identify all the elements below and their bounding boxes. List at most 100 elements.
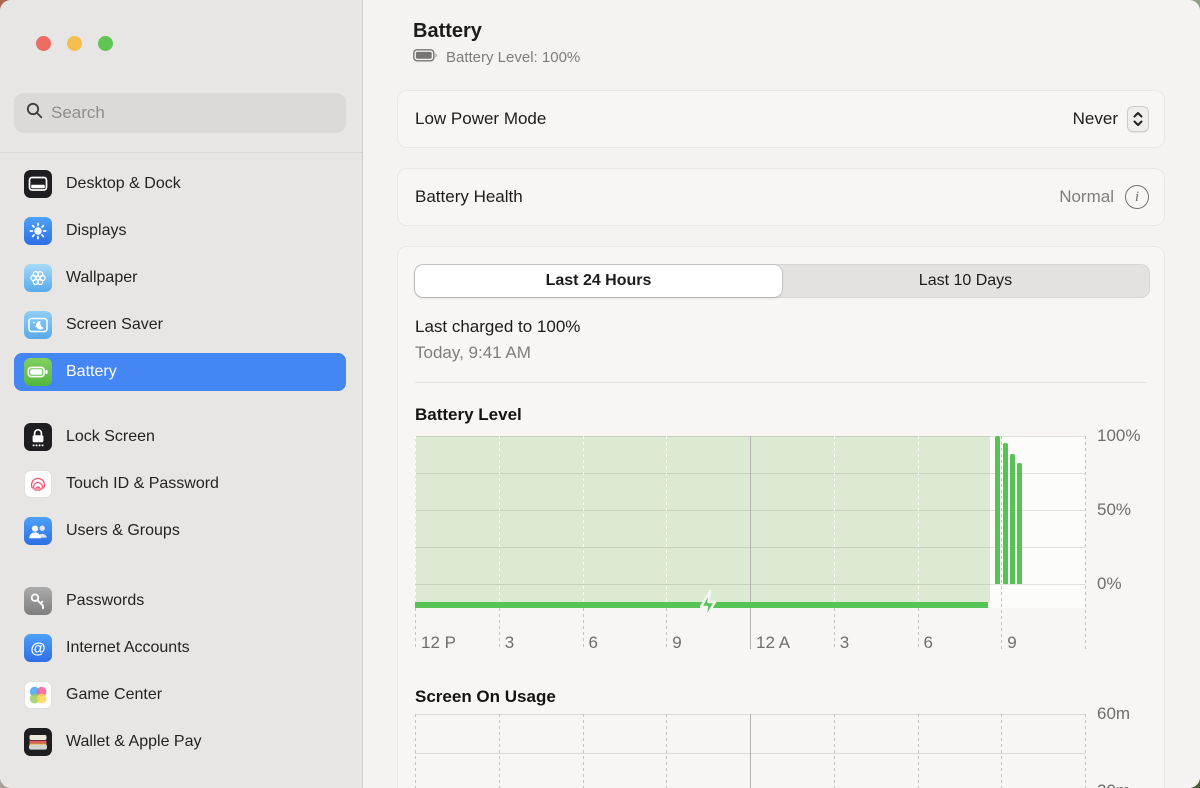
gridline-vertical: [918, 436, 919, 602]
gridline-vertical: [1085, 436, 1086, 649]
x-axis-label: 6: [589, 633, 598, 653]
x-axis-label: 6: [924, 633, 933, 653]
gridline-vertical: [834, 714, 835, 788]
page-title: Battery: [413, 20, 482, 43]
svg-text:@: @: [30, 640, 45, 657]
window-controls: [36, 36, 113, 51]
battery-area-fill: [415, 436, 990, 602]
y-axis-label: 0%: [1097, 574, 1122, 594]
sidebar-item-displays[interactable]: Displays: [14, 207, 346, 254]
battery-health-value: Normal: [1059, 187, 1114, 207]
gridline-vertical: [834, 602, 835, 649]
sidebar-item-screen-saver[interactable]: Screen Saver: [14, 301, 346, 348]
search-icon: [26, 102, 43, 124]
search-placeholder: Search: [51, 103, 105, 123]
battery-level-bar: [1017, 463, 1022, 584]
charging-bolt-icon: [697, 589, 719, 626]
sidebar-item-touch-id-password[interactable]: Touch ID & Password: [14, 461, 346, 508]
wallpaper-icon: [24, 264, 52, 292]
x-axis-label: 3: [505, 633, 514, 653]
sidebar-item-game-center[interactable]: Game Center: [14, 672, 346, 719]
gridline-vertical: [918, 602, 919, 649]
gridline-vertical: [918, 714, 919, 788]
sidebar-item-label: Displays: [66, 222, 126, 240]
sidebar-item-label: Screen Saver: [66, 316, 163, 334]
battery-glyph-icon: [413, 49, 438, 66]
divider: [415, 382, 1147, 383]
gridline-vertical: [583, 602, 584, 649]
y-axis-label: 30m: [1097, 781, 1130, 788]
gridline-vertical: [583, 714, 584, 788]
battery-health-label: Battery Health: [415, 187, 523, 207]
last-charged-subtitle: Today, 9:41 AM: [415, 343, 531, 363]
sidebar-item-desktop-dock[interactable]: Desktop & Dock: [14, 160, 346, 207]
sidebar-item-lock-screen[interactable]: Lock Screen: [14, 414, 346, 461]
gridline-midnight: [750, 436, 751, 649]
sidebar-group: Passwords @ Internet Accounts Game Center Wa…: [14, 578, 346, 766]
system-settings-window: Search Desktop & Dock Displays Wallpaper Sc…: [0, 0, 1200, 788]
sidebar-item-label: Desktop & Dock: [66, 175, 181, 193]
time-range-segmented-control: Last 24 Hours Last 10 Days: [414, 264, 1150, 298]
sidebar-item-battery[interactable]: Battery: [14, 353, 346, 391]
game-center-icon: [24, 681, 52, 709]
sidebar-item-wallet-apple-pay[interactable]: Wallet & Apple Pay: [14, 719, 346, 766]
battery-level-bar: [1010, 454, 1015, 584]
low-power-mode-label: Low Power Mode: [415, 109, 546, 129]
battery-level-chart-title: Battery Level: [415, 405, 522, 425]
x-axis-label: 3: [840, 633, 849, 653]
sidebar-group: Desktop & Dock Displays Wallpaper Screen Sa…: [14, 160, 346, 391]
desktop-dock-icon: [24, 170, 52, 198]
battery-icon: [24, 358, 52, 386]
lock-screen-icon: [24, 423, 52, 451]
y-axis-label: 50%: [1097, 500, 1131, 520]
battery-level-chart: 100%50%0%12 P36912 A369: [415, 436, 1085, 656]
zoom-button[interactable]: [98, 36, 113, 51]
x-axis-label: 12 P: [421, 633, 456, 653]
gridline-vertical: [666, 602, 667, 649]
main-content: Battery Battery Level: 100% Low Power Mo…: [364, 0, 1200, 788]
info-icon[interactable]: i: [1125, 185, 1149, 209]
gridline-vertical: [750, 714, 751, 788]
close-button[interactable]: [36, 36, 51, 51]
tab-last-10-days[interactable]: Last 10 Days: [782, 265, 1149, 297]
usage-card: Last 24 Hours Last 10 Days Last charged …: [397, 246, 1165, 788]
screen-on-usage-chart: 60m30m: [415, 714, 1085, 788]
sidebar-item-internet-accounts[interactable]: @ Internet Accounts: [14, 625, 346, 672]
x-axis-label: 12 A: [756, 633, 790, 653]
gridline-vertical: [499, 602, 500, 649]
low-power-mode-value: Never: [1073, 109, 1118, 129]
minimize-button[interactable]: [67, 36, 82, 51]
gridline-vertical: [415, 602, 416, 649]
sidebar-item-label: Internet Accounts: [66, 639, 190, 657]
sidebar-nav: Desktop & Dock Displays Wallpaper Screen Sa…: [14, 160, 346, 788]
gridline-vertical: [499, 714, 500, 788]
y-axis-label: 100%: [1097, 426, 1140, 446]
battery-level-bar: [995, 436, 1000, 584]
battery-level-bar: [1003, 443, 1008, 584]
sidebar-item-wallpaper[interactable]: Wallpaper: [14, 254, 346, 301]
gridline-vertical: [1001, 714, 1002, 788]
last-charged-title: Last charged to 100%: [415, 317, 580, 337]
sidebar-group: Lock Screen Touch ID & PasswordUsers & Gr…: [14, 414, 346, 555]
gridline-vertical: [834, 436, 835, 602]
screen-on-usage-chart-title: Screen On Usage: [415, 687, 556, 707]
sidebar-item-label: Wallpaper: [66, 269, 137, 287]
wallet-icon: [24, 728, 52, 756]
tab-last-24-hours[interactable]: Last 24 Hours: [415, 265, 782, 297]
screen-saver-icon: [24, 311, 52, 339]
sidebar: Search Desktop & Dock Displays Wallpaper Sc…: [0, 0, 363, 788]
x-axis-label: 9: [1007, 633, 1016, 653]
sidebar-item-passwords[interactable]: Passwords: [14, 578, 346, 625]
battery-status: Battery Level: 100%: [413, 49, 580, 66]
search-input[interactable]: Search: [14, 93, 346, 133]
y-axis-label: 60m: [1097, 704, 1130, 724]
sidebar-item-users-groups[interactable]: Users & Groups: [14, 508, 346, 555]
sidebar-item-label: Lock Screen: [66, 428, 155, 446]
low-power-mode-stepper[interactable]: [1127, 106, 1149, 132]
sidebar-item-label: Game Center: [66, 686, 162, 704]
x-axis-label: 9: [672, 633, 681, 653]
sidebar-divider: [0, 152, 362, 153]
sidebar-item-label: Wallet & Apple Pay: [66, 733, 201, 751]
gridline-vertical: [666, 436, 667, 602]
touch-id-icon: [24, 470, 52, 498]
